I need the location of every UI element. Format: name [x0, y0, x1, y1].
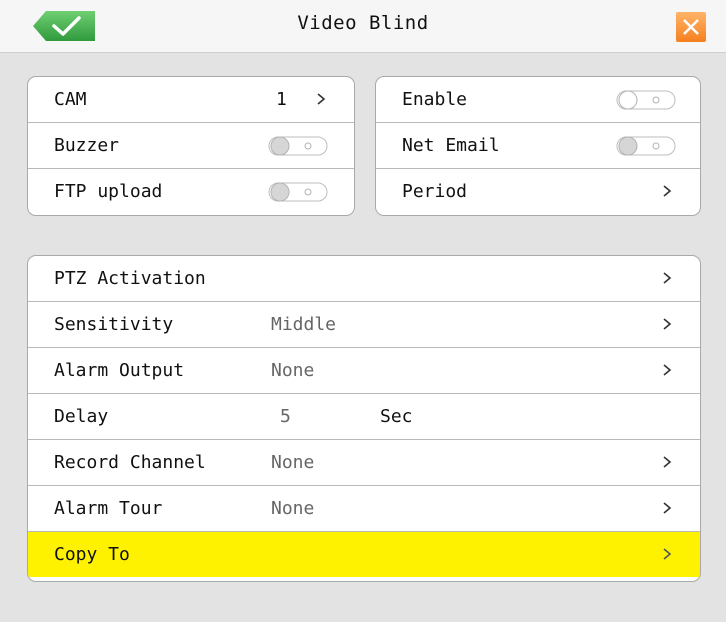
- alarm-options-panel-left: CAM 1 Buzzer FTP upload: [27, 76, 355, 216]
- period-label: Period: [402, 181, 468, 202]
- chevron-right-icon[interactable]: [658, 499, 676, 517]
- cam-value: 1: [276, 89, 287, 110]
- sensitivity-label: Sensitivity: [54, 314, 174, 335]
- alarm-tour-value: None: [271, 498, 315, 519]
- buzzer-label: Buzzer: [54, 135, 120, 156]
- alarm-options-panel-right: Enable Net Email Period: [375, 76, 701, 216]
- sensitivity-row[interactable]: Sensitivity Middle: [28, 302, 700, 348]
- title-bar: Video Blind: [0, 0, 726, 53]
- delay-row: Delay 5 Sec: [28, 394, 700, 440]
- chevron-right-icon[interactable]: [658, 545, 676, 563]
- alarm-tour-label: Alarm Tour: [54, 498, 163, 519]
- record-channel-value: None: [271, 452, 315, 473]
- ftp-upload-row: FTP upload: [28, 169, 354, 214]
- chevron-right-icon[interactable]: [658, 361, 676, 379]
- net-email-label: Net Email: [402, 135, 500, 156]
- delay-label: Delay: [54, 406, 109, 427]
- enable-label: Enable: [402, 89, 468, 110]
- alarm-tour-row[interactable]: Alarm Tour None: [28, 486, 700, 532]
- buzzer-toggle[interactable]: [268, 136, 328, 156]
- ptz-activation-label: PTZ Activation: [54, 268, 206, 289]
- alarm-output-label: Alarm Output: [54, 360, 185, 381]
- record-channel-row[interactable]: Record Channel None: [28, 440, 700, 486]
- copy-to-label: Copy To: [54, 544, 130, 565]
- ptz-activation-row[interactable]: PTZ Activation: [28, 256, 700, 302]
- settings-list: PTZ Activation Sensitivity Middle Alarm …: [27, 255, 701, 582]
- sensitivity-value: Middle: [271, 314, 337, 335]
- net-email-row: Net Email: [376, 123, 700, 169]
- period-row[interactable]: Period: [376, 169, 700, 214]
- enable-row: Enable: [376, 77, 700, 123]
- copy-to-row[interactable]: Copy To: [28, 532, 700, 577]
- chevron-right-icon[interactable]: [658, 182, 676, 200]
- alarm-output-value: None: [271, 360, 315, 381]
- chevron-right-icon[interactable]: [658, 453, 676, 471]
- cam-row[interactable]: CAM 1: [28, 77, 354, 123]
- enable-toggle[interactable]: [616, 90, 676, 110]
- chevron-right-icon[interactable]: [658, 315, 676, 333]
- chevron-right-icon[interactable]: [312, 90, 330, 108]
- buzzer-row: Buzzer: [28, 123, 354, 169]
- delay-value-input[interactable]: 5: [280, 406, 291, 427]
- ftp-upload-label: FTP upload: [54, 181, 163, 202]
- close-icon[interactable]: [676, 12, 706, 42]
- window-title: Video Blind: [297, 12, 429, 34]
- cam-label: CAM: [54, 89, 87, 110]
- ftp-upload-toggle[interactable]: [268, 182, 328, 202]
- alarm-output-row[interactable]: Alarm Output None: [28, 348, 700, 394]
- delay-unit: Sec: [380, 406, 413, 427]
- chevron-right-icon[interactable]: [658, 269, 676, 287]
- record-channel-label: Record Channel: [54, 452, 206, 473]
- net-email-toggle[interactable]: [616, 136, 676, 156]
